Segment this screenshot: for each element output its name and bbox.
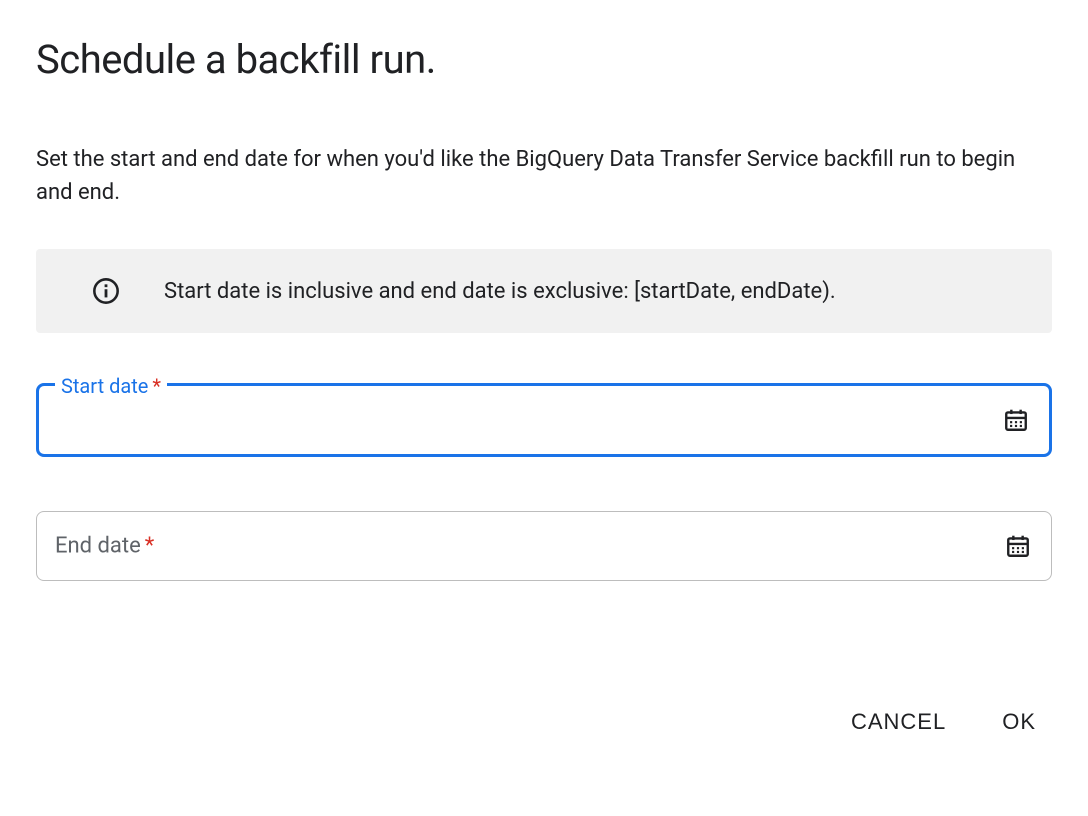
info-icon	[92, 277, 120, 305]
dialog-actions: CANCEL OK	[36, 701, 1052, 743]
ok-button[interactable]: OK	[998, 701, 1040, 743]
info-banner: Start date is inclusive and end date is …	[36, 249, 1052, 333]
end-date-input-container[interactable]: End date*	[36, 511, 1052, 581]
info-text: Start date is inclusive and end date is …	[164, 279, 836, 304]
end-date-input[interactable]	[37, 512, 1051, 580]
start-date-label: Start date*	[55, 374, 167, 398]
start-date-field: Start date*	[36, 383, 1052, 457]
start-date-input-container[interactable]: Start date*	[36, 383, 1052, 457]
calendar-icon[interactable]	[1003, 407, 1029, 433]
start-date-input[interactable]	[39, 386, 1049, 454]
end-date-field: End date*	[36, 511, 1052, 581]
calendar-icon[interactable]	[1005, 533, 1031, 559]
dialog-title: Schedule a backfill run.	[36, 36, 1052, 83]
dialog-description: Set the start and end date for when you'…	[36, 143, 1052, 209]
cancel-button[interactable]: CANCEL	[847, 701, 950, 743]
